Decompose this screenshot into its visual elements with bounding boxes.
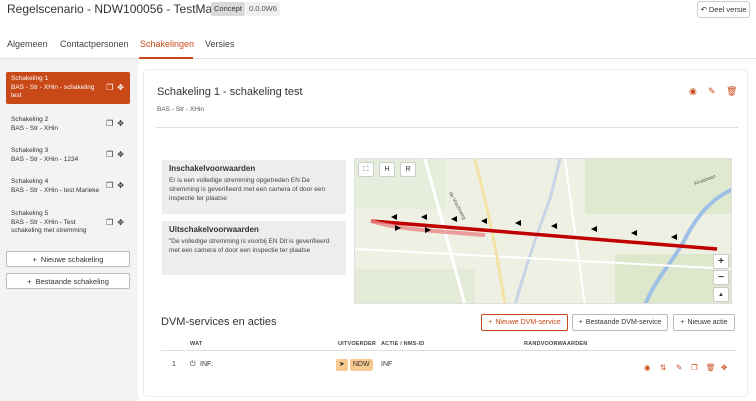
plus-icon: + (27, 276, 32, 286)
expand-icon: ⛶ (363, 165, 369, 173)
row-number: 1 (172, 361, 176, 368)
map-r-button[interactable]: R (400, 162, 416, 177)
active-tab-indicator (139, 57, 193, 59)
dvm-section-title: DVM-services en acties (161, 316, 277, 328)
copy-icon[interactable]: ❐ (106, 150, 113, 160)
sidebar-item-subtitle: BAS - Str - XHin - Test schakeling met s… (11, 218, 87, 235)
existing-schakeling-button[interactable]: + Bestaande schakeling (6, 273, 130, 289)
move-icon[interactable]: ✥ (117, 181, 124, 191)
map-h-button[interactable]: H (379, 162, 395, 177)
move-icon[interactable]: ✥ (117, 218, 124, 228)
move-icon[interactable]: ✥ (117, 150, 124, 160)
schakeling-subtitle: BAS - Str - XHin (157, 106, 204, 113)
sidebar-item-schakeling-4[interactable]: Schakeling 4 BAS - Str - XHin - test Mar… (6, 175, 130, 197)
column-header-actie: ACTIE / NMS-ID (381, 341, 425, 347)
plus-icon: + (578, 319, 583, 326)
sidebar-item-title: Schakeling 2 (11, 116, 49, 123)
plus-icon: + (32, 254, 37, 264)
header-divider (156, 127, 738, 128)
plus-icon: + (680, 319, 685, 326)
cursor-icon: ➤ (336, 359, 348, 371)
sidebar-item-schakeling-1[interactable]: Schakeling 1 BAS - Str - XHin - schakeli… (6, 72, 130, 104)
uitvoerder-label: NDW (349, 359, 373, 371)
existing-dvm-service-button[interactable]: + Bestaande DVM-service (572, 314, 668, 331)
column-header-wat: WAT (190, 341, 203, 347)
sidebar-item-title: Schakeling 3 (11, 147, 49, 154)
version-badge: 0.0.0W6 (246, 2, 280, 16)
move-icon[interactable]: ✥ (117, 83, 124, 93)
sidebar-item-subtitle: BAS - Str - XHin - test Marieke (11, 186, 100, 194)
tab-schakelingen[interactable]: Schakelingen (140, 39, 194, 49)
tab-contactpersonen[interactable]: Contactpersonen (60, 39, 129, 49)
trash-icon[interactable]: 🗑 (706, 363, 716, 372)
row-wat: INF: (200, 361, 214, 368)
sidebar-item-subtitle: BAS - Str - XHin - schakeling test (11, 83, 95, 100)
fullscreen-button[interactable]: ⛶ (358, 162, 374, 177)
new-dvm-service-button[interactable]: + Nieuwe DVM-service (481, 314, 568, 331)
sidebar-item-title: Schakeling 1 (11, 75, 49, 82)
inschakel-title: Inschakelvoorwaarden (169, 164, 256, 173)
map-canvas: de Vrachtweg Kruisbaan (355, 159, 731, 303)
compass-button[interactable]: ▲ (713, 287, 729, 302)
power-icon: ⏻ (190, 361, 196, 368)
sidebar-item-subtitle: BAS - Str - XHin - 1234 (11, 155, 79, 163)
tab-bar: Algemeen Contactpersonen Schakelingen Ve… (0, 33, 756, 59)
new-action-button[interactable]: + Nieuwe actie (673, 314, 735, 331)
uitschakelvoorwaarden-box: Uitschakelvoorwaarden "De volledige stre… (162, 221, 346, 275)
uitschakel-title: Uitschakelvoorwaarden (169, 225, 259, 234)
inschakelvoorwaarden-box: Inschakelvoorwaarden Er is een volledige… (162, 160, 346, 214)
share-icon: ↶ (700, 5, 707, 14)
share-version-button[interactable]: ↶ Deel versie (697, 1, 750, 18)
copy-icon[interactable]: ❐ (106, 83, 113, 93)
page-title: Regelscenario - NDW100056 - TestMark123 (7, 2, 243, 16)
inschakel-text: Er is een volledige stremming opgetreden… (169, 177, 326, 202)
zoom-in-button[interactable]: + (713, 254, 729, 269)
status-badge: Concept (211, 2, 245, 16)
zoom-out-button[interactable]: − (713, 270, 729, 285)
route-map[interactable]: de Vrachtweg Kruisbaan ⛶ H R + − ▲ (354, 158, 732, 304)
pencil-icon[interactable]: ✎ (676, 363, 682, 372)
copy-icon[interactable]: ❐ (106, 218, 113, 228)
row-actie: INF (381, 361, 393, 368)
schakeling-sidebar: Schakeling 1 BAS - Str - XHin - schakeli… (0, 59, 138, 401)
tab-algemeen[interactable]: Algemeen (7, 39, 48, 49)
uitvoerder-badge: ➤ NDW (336, 359, 373, 371)
eye-icon[interactable]: ◉ (689, 86, 697, 97)
copy-icon[interactable]: ❐ (106, 181, 113, 191)
column-header-uitvoerder: UITVOERDER (338, 341, 377, 347)
move-icon[interactable]: ✥ (721, 363, 727, 372)
copy-icon[interactable]: ❐ (691, 363, 698, 372)
sidebar-item-title: Schakeling 5 (11, 210, 49, 217)
pencil-icon[interactable]: ✎ (708, 86, 716, 97)
app-header: Regelscenario - NDW100056 - TestMark123 … (0, 0, 756, 24)
column-header-randvoorwaarden: RANDVOORWAARDEN (524, 341, 588, 347)
new-schakeling-button[interactable]: + Nieuwe schakeling (6, 251, 130, 267)
sidebar-item-schakeling-2[interactable]: Schakeling 2 BAS - Str - XHin ❐ ✥ (6, 113, 130, 135)
tab-versies[interactable]: Versies (205, 39, 235, 49)
schakeling-title: Schakeling 1 - schakeling test (157, 86, 303, 98)
sidebar-item-title: Schakeling 4 (11, 178, 49, 185)
move-icon[interactable]: ✥ (117, 119, 124, 129)
sort-icon[interactable]: ⇅ (660, 363, 666, 372)
trash-icon[interactable]: 🗑 (726, 86, 737, 97)
plus-icon: + (488, 319, 493, 326)
sidebar-item-subtitle: BAS - Str - XHin (11, 124, 58, 132)
uitschakel-text: "De volledige stremming is voorbij EN Di… (169, 238, 330, 254)
sidebar-item-schakeling-5[interactable]: Schakeling 5 BAS - Str - XHin - Test sch… (6, 207, 130, 239)
eye-icon[interactable]: ◉ (644, 363, 651, 372)
sidebar-item-schakeling-3[interactable]: Schakeling 3 BAS - Str - XHin - 1234 ❐ ✥ (6, 144, 130, 166)
table-header-divider (161, 350, 737, 351)
copy-icon[interactable]: ❐ (106, 119, 113, 129)
